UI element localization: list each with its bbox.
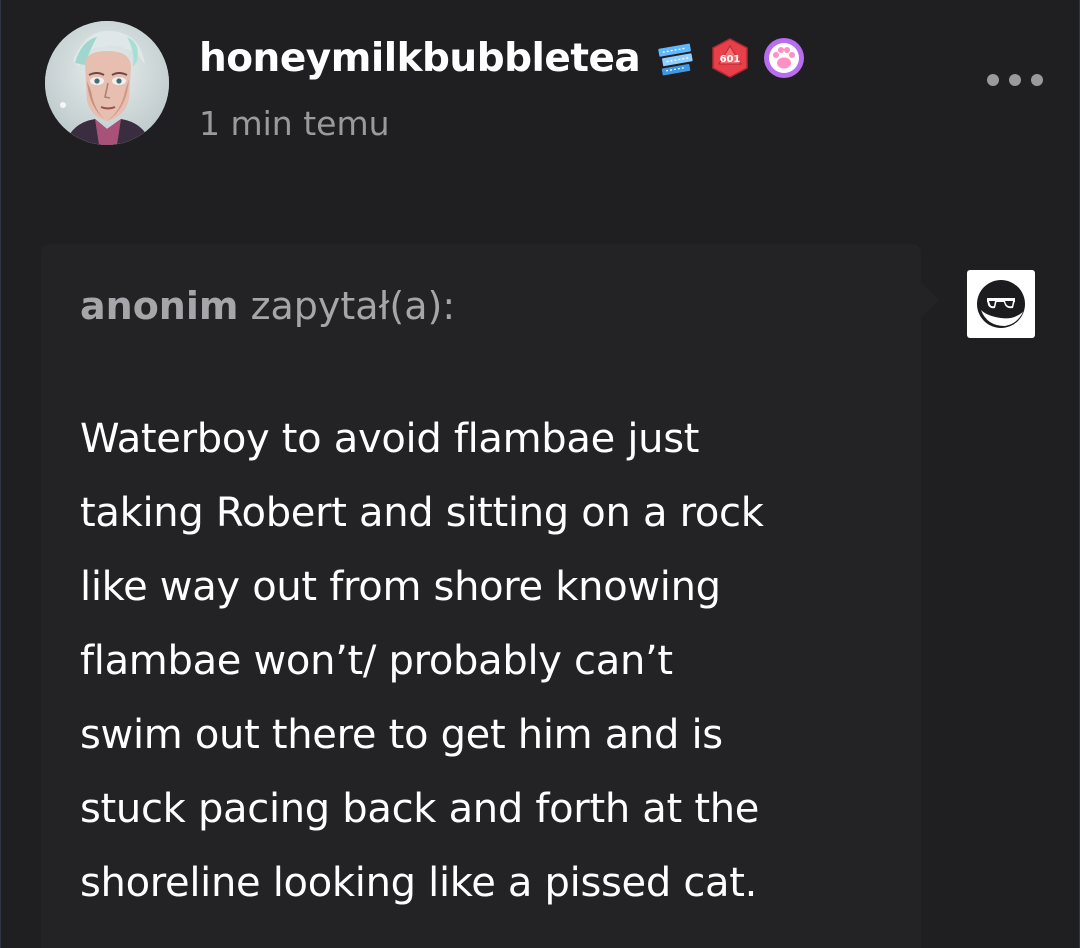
asker-line: anonim zapytał(a): bbox=[80, 284, 455, 328]
blog-name-link[interactable]: honeymilkbubbletea bbox=[199, 36, 641, 81]
paw-badge-icon[interactable] bbox=[762, 36, 806, 80]
ask-text: Waterboy to avoid flambae just taking Ro… bbox=[80, 402, 900, 920]
d20-badge-number: 601 bbox=[720, 54, 741, 65]
post-header: honeymilkbubbletea 601 1 min temu bbox=[199, 28, 899, 143]
asker-name: anonim bbox=[80, 284, 239, 328]
anonymous-avatar[interactable] bbox=[967, 270, 1035, 338]
badge-list: 601 bbox=[654, 36, 806, 80]
ask-text-line: shoreline looking like a pissed cat. bbox=[80, 860, 758, 906]
avatar-portrait-icon bbox=[45, 21, 169, 145]
post-container: honeymilkbubbletea 601 1 min temu anonim… bbox=[0, 0, 1080, 948]
asker-suffix: zapytał(a): bbox=[238, 284, 456, 328]
more-options-button[interactable] bbox=[987, 66, 1043, 94]
d20-badge-icon[interactable]: 601 bbox=[708, 36, 752, 80]
ask-text-line: swim out there to get him and is bbox=[80, 712, 723, 758]
blog-avatar[interactable] bbox=[45, 21, 169, 145]
post-timestamp[interactable]: 1 min temu bbox=[199, 104, 899, 143]
ask-text-line: flambae won’t/ probably can’t bbox=[80, 638, 673, 684]
name-row: honeymilkbubbletea 601 bbox=[199, 28, 899, 88]
more-dots-icon bbox=[1031, 74, 1043, 86]
sunglasses-face-icon bbox=[977, 280, 1025, 328]
ask-text-line: taking Robert and sitting on a rock bbox=[80, 490, 764, 536]
ask-text-line: stuck pacing back and forth at the bbox=[80, 786, 760, 832]
more-dots-icon bbox=[1009, 74, 1021, 86]
ask-bubble-pointer bbox=[921, 282, 939, 318]
ask-text-line: Waterboy to avoid flambae just bbox=[80, 416, 700, 462]
more-dots-icon bbox=[987, 74, 999, 86]
ticket-badge-icon[interactable] bbox=[654, 36, 698, 80]
ask-text-line: like way out from shore knowing bbox=[80, 564, 721, 610]
